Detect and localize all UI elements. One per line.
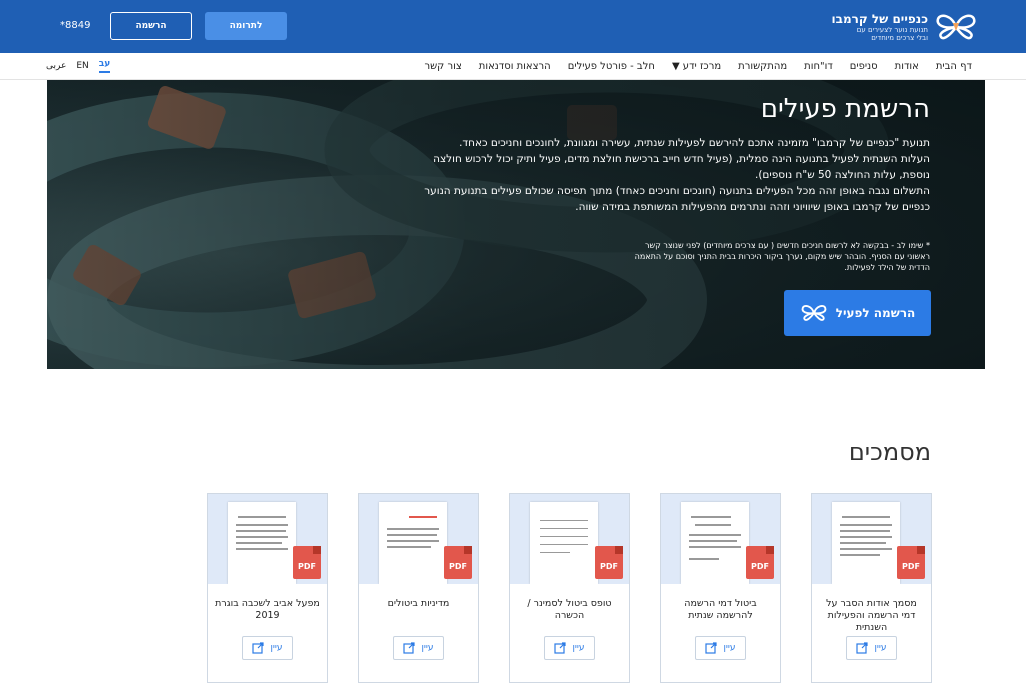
- logo[interactable]: כנפיים של קרמבו תנועת נוער לצעירים עם וב…: [832, 10, 978, 44]
- documents-grid: PDF מסמך אודות הסבר על דמי הרשמה והפעילו…: [207, 493, 932, 683]
- document-preview: [530, 502, 598, 584]
- nav-item-home[interactable]: דף הבית: [936, 61, 972, 72]
- document-card[interactable]: PDF טופס ביטול לסמינר / הכשרה עיין: [509, 493, 630, 683]
- logo-title: כנפיים של קרמבו: [831, 12, 928, 26]
- external-link-icon: [403, 642, 416, 654]
- nav-item-media[interactable]: מהתקשורת: [738, 61, 787, 72]
- document-thumbnail: PDF: [510, 494, 629, 584]
- logo-text: כנפיים של קרמבו תנועת נוער לצעירים עם וב…: [832, 12, 928, 42]
- main-nav: דף הבית אודות סניפים דו"חות מהתקשורת מרכ…: [0, 53, 1026, 80]
- pdf-icon: PDF: [897, 546, 925, 579]
- documents-title: מסמכים: [848, 438, 931, 466]
- pdf-icon: PDF: [746, 546, 774, 579]
- pdf-icon: PDF: [293, 546, 321, 579]
- lang-english[interactable]: EN: [76, 61, 88, 71]
- document-title: ביטול דמי הרשמה להרשמה שנתית: [684, 598, 757, 621]
- logo-subtitle-2: ובלי צרכים מיוחדים: [871, 34, 928, 42]
- document-thumbnail: PDF: [359, 494, 478, 584]
- hero-paragraph-2: העלות השנתית לפעיל בתנועה הינה סמלית, (פ…: [433, 153, 930, 181]
- view-document-button[interactable]: עיין: [544, 636, 595, 660]
- nav-item-reports[interactable]: דו"חות: [804, 61, 833, 72]
- nav-item-knowledge-center[interactable]: מרכז ידע ▼: [672, 61, 721, 72]
- lang-arabic[interactable]: عربى: [46, 61, 66, 71]
- document-card[interactable]: PDF מפעל אביב לשכבה בוגרת 2019 עיין: [207, 493, 328, 683]
- nav-item-lectures[interactable]: הרצאות וסדנאות: [479, 61, 551, 72]
- nav-items: דף הבית אודות סניפים דו"חות מהתקשורת מרכ…: [407, 53, 972, 79]
- view-document-button[interactable]: עיין: [846, 636, 897, 660]
- hero-paragraph-3: התשלום נגבה באופן זהה מכל הפעילים בתנועה…: [424, 185, 930, 213]
- document-card[interactable]: PDF מסמך אודות הסבר על דמי הרשמה והפעילו…: [811, 493, 932, 683]
- document-title: מדיניות ביטולים: [387, 598, 450, 609]
- hero-section: הרשמת פעילים תנועת "כנפיים של קרמבו" מזמ…: [47, 80, 985, 369]
- hero-description: תנועת "כנפיים של קרמבו" מזמינה אתכם להיר…: [410, 135, 930, 215]
- butterfly-logo-icon: [936, 14, 976, 40]
- external-link-icon: [554, 642, 567, 654]
- document-thumbnail: PDF: [208, 494, 327, 584]
- register-activist-button[interactable]: הרשמה לפעיל: [784, 290, 931, 336]
- document-preview: [832, 502, 900, 584]
- hero-paragraph-1: תנועת "כנפיים של קרמבו" מזמינה אתכם להיר…: [459, 137, 930, 149]
- pdf-icon: PDF: [595, 546, 623, 579]
- document-thumbnail: PDF: [812, 494, 931, 584]
- donate-button[interactable]: לתרומה: [205, 12, 287, 40]
- document-title: מסמך אודות הסבר על דמי הרשמה והפעילות הש…: [826, 598, 917, 633]
- view-document-button[interactable]: עיין: [242, 636, 293, 660]
- document-title: טופס ביטול לסמינר / הכשרה: [527, 598, 612, 621]
- document-card[interactable]: PDF מדיניות ביטולים עיין: [358, 493, 479, 683]
- view-label: עיין: [874, 643, 887, 653]
- nav-item-branches[interactable]: סניפים: [850, 61, 878, 72]
- butterfly-icon: [801, 305, 827, 321]
- language-switcher: عربى EN עב: [46, 53, 120, 79]
- document-preview: [228, 502, 296, 584]
- view-label: עיין: [421, 643, 434, 653]
- register-activist-label: הרשמה לפעיל: [835, 306, 916, 320]
- document-preview: [379, 502, 447, 584]
- register-button[interactable]: הרשמה: [110, 12, 192, 40]
- view-label: עיין: [572, 643, 585, 653]
- phone-number[interactable]: *8849: [60, 20, 90, 31]
- nav-item-activists-portal[interactable]: חלב - פורטל פעילים: [568, 61, 655, 72]
- top-header-bar: כנפיים של קרמבו תנועת נוער לצעירים עם וב…: [0, 0, 1026, 53]
- lang-hebrew[interactable]: עב: [98, 59, 111, 73]
- document-thumbnail: PDF: [661, 494, 780, 584]
- hero-title: הרשמת פעילים: [760, 94, 930, 124]
- hero-note: * שימו לב - בבקשה לא לרשום חניכים חדשים …: [634, 241, 930, 272]
- view-label: עיין: [723, 643, 736, 653]
- document-card[interactable]: PDF ביטול דמי הרשמה להרשמה שנתית עיין: [660, 493, 781, 683]
- external-link-icon: [705, 642, 718, 654]
- view-label: עיין: [270, 643, 283, 653]
- nav-item-about[interactable]: אודות: [895, 61, 919, 72]
- document-title: מפעל אביב לשכבה בוגרת 2019: [215, 598, 320, 621]
- external-link-icon: [856, 642, 869, 654]
- view-document-button[interactable]: עיין: [393, 636, 444, 660]
- nav-item-contact[interactable]: צור קשר: [424, 61, 461, 72]
- external-link-icon: [252, 642, 265, 654]
- document-preview: [681, 502, 749, 584]
- logo-subtitle-1: תנועת נוער לצעירים עם: [856, 26, 928, 34]
- pdf-icon: PDF: [444, 546, 472, 579]
- view-document-button[interactable]: עיין: [695, 636, 746, 660]
